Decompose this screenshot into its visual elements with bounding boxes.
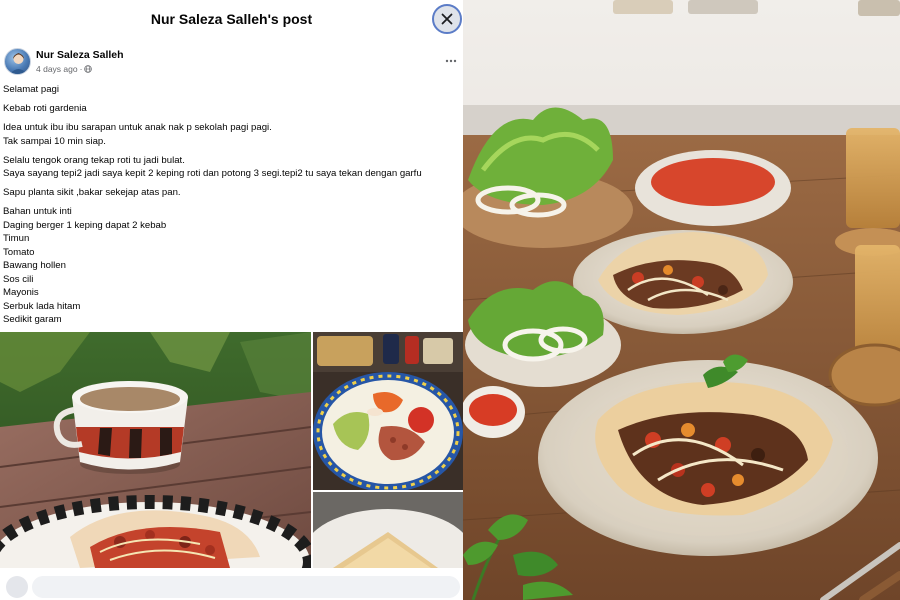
post-text: Selamat pagi Kebab roti gardenia Idea un…: [3, 83, 458, 332]
post-paragraph: Selalu tengok orang tekap roti tu jadi b…: [3, 154, 458, 181]
post-line: Selamat pagi: [3, 84, 59, 95]
post-line: Bahan untuk inti: [3, 206, 72, 217]
post-photo-side-1[interactable]: [313, 332, 463, 490]
post-line: Sos cili: [3, 273, 34, 285]
post-paragraph: Kebab roti gardenia: [3, 102, 458, 116]
post-line: Sapu planta sikit ,bakar sekejap atas pa…: [3, 187, 181, 198]
post-paragraph: Idea untuk ibu ibu sarapan untuk anak na…: [3, 121, 458, 148]
post-photo-side-2[interactable]: [313, 492, 463, 568]
post-author-row: Nur Saleza Salleh 4 days ago ·: [4, 46, 459, 78]
post-photo-main[interactable]: [0, 332, 311, 568]
dialog-header: Nur Saleza Salleh's post: [0, 0, 463, 38]
post-meta: 4 days ago ·: [36, 64, 93, 74]
post-line: Saya sayang tepi2 jadi saya kepit 2 kepi…: [3, 168, 422, 179]
post-paragraph: Bahan untuk inti Daging berger 1 keping …: [3, 205, 458, 327]
post-line: Kebab roti gardenia: [3, 103, 87, 114]
post-line: Daging berger 1 keping dapat 2 kebab: [3, 219, 167, 231]
post-paragraph: Selamat pagi: [3, 83, 458, 97]
close-icon: [441, 13, 453, 25]
post-options-button[interactable]: [445, 54, 457, 64]
post-line: Serbuk lada hitam: [3, 300, 81, 312]
post-line: Timun: [3, 233, 30, 244]
post-line: Sedikit garam: [3, 314, 62, 325]
comment-avatar: [6, 576, 28, 598]
author-name[interactable]: Nur Saleza Salleh: [36, 49, 124, 61]
post-line: Mayonis: [3, 287, 39, 298]
meta-separator: ·: [79, 64, 83, 74]
globe-icon: [84, 65, 93, 73]
post-paragraph: Sapu planta sikit ,bakar sekejap atas pa…: [3, 186, 458, 200]
kebab-plates-photo: [463, 0, 900, 600]
post-time[interactable]: 4 days ago: [36, 64, 78, 74]
post-line: Tomato: [3, 246, 35, 258]
post-line: Bawang hollen: [3, 260, 66, 271]
comment-input[interactable]: [32, 576, 460, 598]
post-dialog: Nur Saleza Salleh's post Nur Saleza Sall…: [0, 0, 463, 600]
comment-bar: [0, 568, 463, 600]
close-button[interactable]: [432, 4, 462, 34]
more-horizontal-icon: [445, 59, 457, 63]
post-line: Tak sampai 10 min siap.: [3, 135, 106, 147]
post-line: Selalu tengok orang tekap roti tu jadi b…: [3, 154, 185, 166]
author-avatar[interactable]: [4, 48, 31, 75]
dialog-title: Nur Saleza Salleh's post: [150, 11, 313, 27]
post-line: Idea untuk ibu ibu sarapan untuk anak na…: [3, 122, 272, 133]
